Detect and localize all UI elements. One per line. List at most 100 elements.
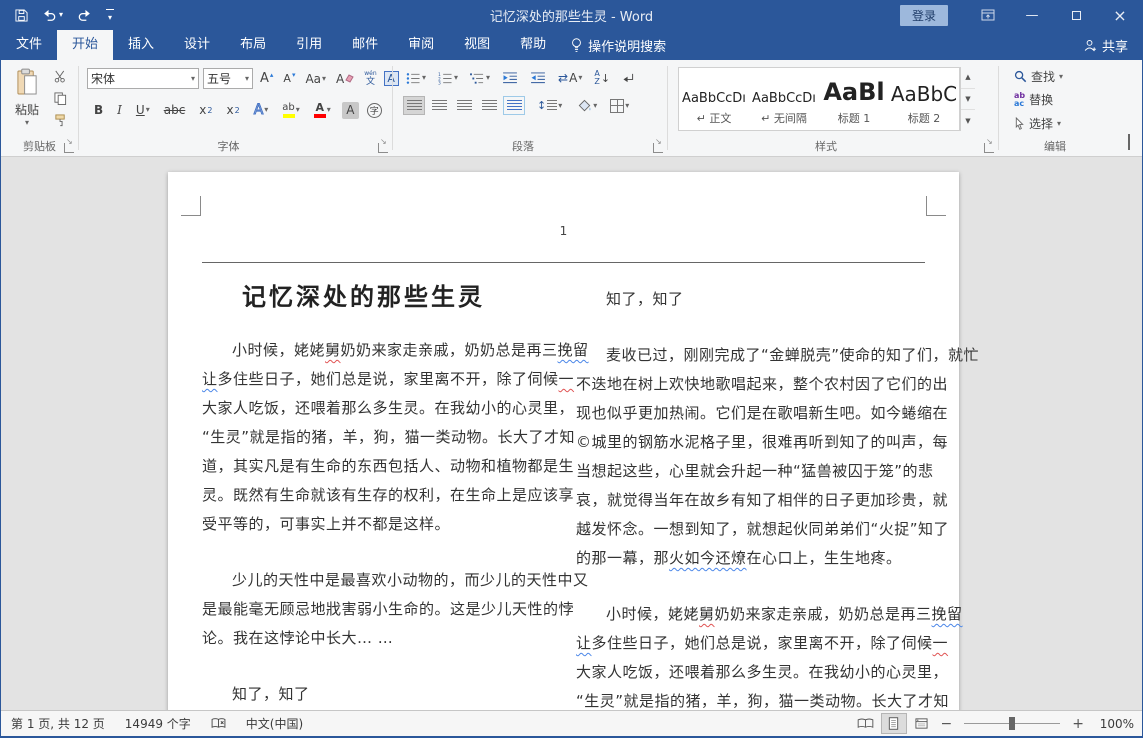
font-dialog-launcher[interactable] [378, 143, 388, 153]
change-case-button[interactable]: Aa▾ [302, 70, 329, 88]
tab-3[interactable]: 设计 [169, 30, 225, 60]
text-line: 哀，就觉得当年在故乡有知了相伴的日子更加珍贵，就 [576, 486, 926, 515]
tab-9[interactable]: 帮助 [505, 30, 561, 60]
select-button[interactable]: 选择 ▾ [1011, 113, 1064, 134]
enclose-characters-button[interactable]: 字 [367, 103, 382, 118]
document-page[interactable]: 1 记忆深处的那些生灵小时候，姥姥舅奶奶来家走亲戚，奶奶总是再三挽留让多住些日子… [168, 172, 959, 710]
replace-icon: abac [1014, 92, 1025, 108]
text-line: 大家人吃饭，还喂着那么多生灵。在我幼小的心灵里， [576, 658, 926, 687]
font-size-combo[interactable]: 五号▾ [203, 68, 253, 89]
increase-indent-button[interactable] [527, 70, 549, 86]
numbering-button[interactable]: 123 ▾ [435, 70, 461, 87]
collapse-ribbon-icon[interactable] [1128, 136, 1130, 150]
justify-button[interactable] [478, 96, 500, 115]
tab-1[interactable]: 开始 [57, 30, 113, 60]
style-card-0[interactable]: AaBbCcDı↵ 正文 [679, 68, 749, 130]
styles-gallery-expand-icon[interactable]: ▼ [961, 110, 975, 131]
text-line: 论。我在这悖论中长大… … [202, 624, 552, 653]
title-bar: ▾ ▾ 记忆深处的那些生灵 - Word 登录 — × [1, 0, 1142, 30]
tab-5[interactable]: 引用 [281, 30, 337, 60]
clipboard-dialog-launcher[interactable] [64, 143, 74, 153]
decrease-indent-button[interactable] [499, 70, 521, 86]
zoom-percentage[interactable]: 100% [1090, 717, 1134, 731]
format-painter-icon[interactable] [51, 112, 70, 129]
italic-button[interactable]: I [114, 101, 125, 119]
ribbon-display-options-icon[interactable] [966, 0, 1010, 30]
font-name-combo[interactable]: 宋体▾ [87, 68, 199, 89]
align-right-button[interactable] [453, 96, 475, 115]
tab-6[interactable]: 邮件 [337, 30, 393, 60]
find-button[interactable]: 查找 ▾ [1011, 66, 1066, 87]
multilevel-list-button[interactable]: ▾ [467, 70, 493, 87]
tab-4[interactable]: 布局 [225, 30, 281, 60]
read-mode-icon[interactable] [853, 713, 879, 734]
grow-font-button[interactable]: A▴ [257, 69, 276, 88]
line-spacing-button[interactable]: ↕ ▾ [534, 97, 565, 114]
phonetic-guide-button[interactable]: wén文 [361, 69, 379, 89]
zoom-slider[interactable] [964, 723, 1060, 724]
print-layout-icon[interactable] [881, 713, 907, 734]
tab-2[interactable]: 插入 [113, 30, 169, 60]
share-button[interactable]: 共享 [1083, 30, 1128, 60]
distribute-button[interactable] [503, 96, 525, 115]
share-person-icon [1083, 39, 1097, 52]
redo-icon[interactable] [77, 9, 92, 21]
borders-button[interactable]: ▾ [607, 97, 632, 115]
style-preview: AaBbCcDı [749, 76, 819, 106]
document-area[interactable]: 1 记忆深处的那些生灵小时候，姥姥舅奶奶来家走亲戚，奶奶总是再三挽留让多住些日子… [1, 157, 1142, 710]
zoom-out-button[interactable]: − [937, 716, 957, 732]
language-indicator[interactable]: 中文(中国) [236, 715, 313, 732]
paste-button[interactable]: 粘贴 ▾ [7, 66, 47, 129]
paragraph-dialog-launcher[interactable] [653, 143, 663, 153]
styles-dialog-launcher[interactable] [984, 143, 994, 153]
subscript-button[interactable]: x2 [196, 101, 215, 119]
sort-button[interactable]: AZ ↓ [591, 68, 613, 88]
undo-icon[interactable]: ▾ [42, 9, 63, 21]
customize-qat-icon[interactable]: ▾ [106, 9, 114, 22]
replace-button[interactable]: abac 替换 [1011, 89, 1056, 110]
align-left-button[interactable] [403, 96, 425, 115]
cut-icon[interactable] [51, 68, 70, 85]
text-line: 道，其实凡是有生命的东西包括人、动物和植物都是生 [202, 452, 552, 481]
font-color-button[interactable]: A ▾ [311, 100, 334, 120]
word-count[interactable]: 14949 个字 [115, 715, 201, 732]
bold-button[interactable]: B [91, 101, 106, 119]
style-card-2[interactable]: AaBl标题 1 [819, 68, 889, 130]
clear-formatting-button[interactable]: A [333, 70, 357, 88]
save-icon[interactable] [15, 9, 28, 22]
styles-scroll-down-icon[interactable]: ▼ [961, 89, 975, 111]
style-card-3[interactable]: AaBbC标题 2 [889, 68, 959, 130]
shading-bucket-icon[interactable]: ▾ [574, 97, 600, 115]
align-center-button[interactable] [428, 96, 450, 115]
styles-scroll-up-icon[interactable]: ▲ [961, 67, 975, 89]
superscript-button[interactable]: x2 [224, 101, 243, 119]
style-card-1[interactable]: AaBbCcDı↵ 无间隔 [749, 68, 819, 130]
tell-me-search[interactable]: 操作说明搜索 [561, 30, 676, 60]
text-line: 灵。既然有生命就该有生存的权利，在生命上是应该享 [202, 481, 552, 510]
proofing-errors-icon[interactable] [201, 718, 236, 729]
tab-8[interactable]: 视图 [449, 30, 505, 60]
web-layout-icon[interactable] [909, 713, 935, 734]
strikethrough-button[interactable]: abc [161, 101, 189, 119]
asian-layout-button[interactable]: ⇄A ▾ [555, 69, 585, 87]
text-effects-button[interactable]: A▾ [251, 100, 272, 120]
sign-in-button[interactable]: 登录 [900, 5, 948, 26]
zoom-slider-thumb[interactable] [1009, 717, 1015, 730]
tab-7[interactable]: 审阅 [393, 30, 449, 60]
tab-file[interactable]: 文件 [1, 30, 57, 60]
bullets-button[interactable]: ▾ [403, 70, 429, 87]
paste-clipboard-icon [16, 68, 39, 97]
maximize-button[interactable] [1054, 0, 1098, 30]
zoom-in-button[interactable]: + [1068, 716, 1088, 732]
show-marks-button[interactable] [619, 71, 638, 86]
copy-icon[interactable] [51, 90, 70, 107]
shrink-font-button[interactable]: A▾ [280, 70, 298, 87]
close-button[interactable]: × [1098, 0, 1142, 30]
underline-button[interactable]: U▾ [133, 101, 153, 119]
document-title: 记忆深处的那些生灵 [202, 280, 552, 314]
highlight-color-button[interactable]: ab ▾ [279, 101, 303, 120]
minimize-button[interactable]: — [1010, 0, 1054, 30]
font-group-label: 字体 [79, 138, 378, 154]
character-shading-button[interactable]: A [342, 102, 359, 119]
page-indicator[interactable]: 第 1 页, 共 12 页 [1, 715, 115, 732]
